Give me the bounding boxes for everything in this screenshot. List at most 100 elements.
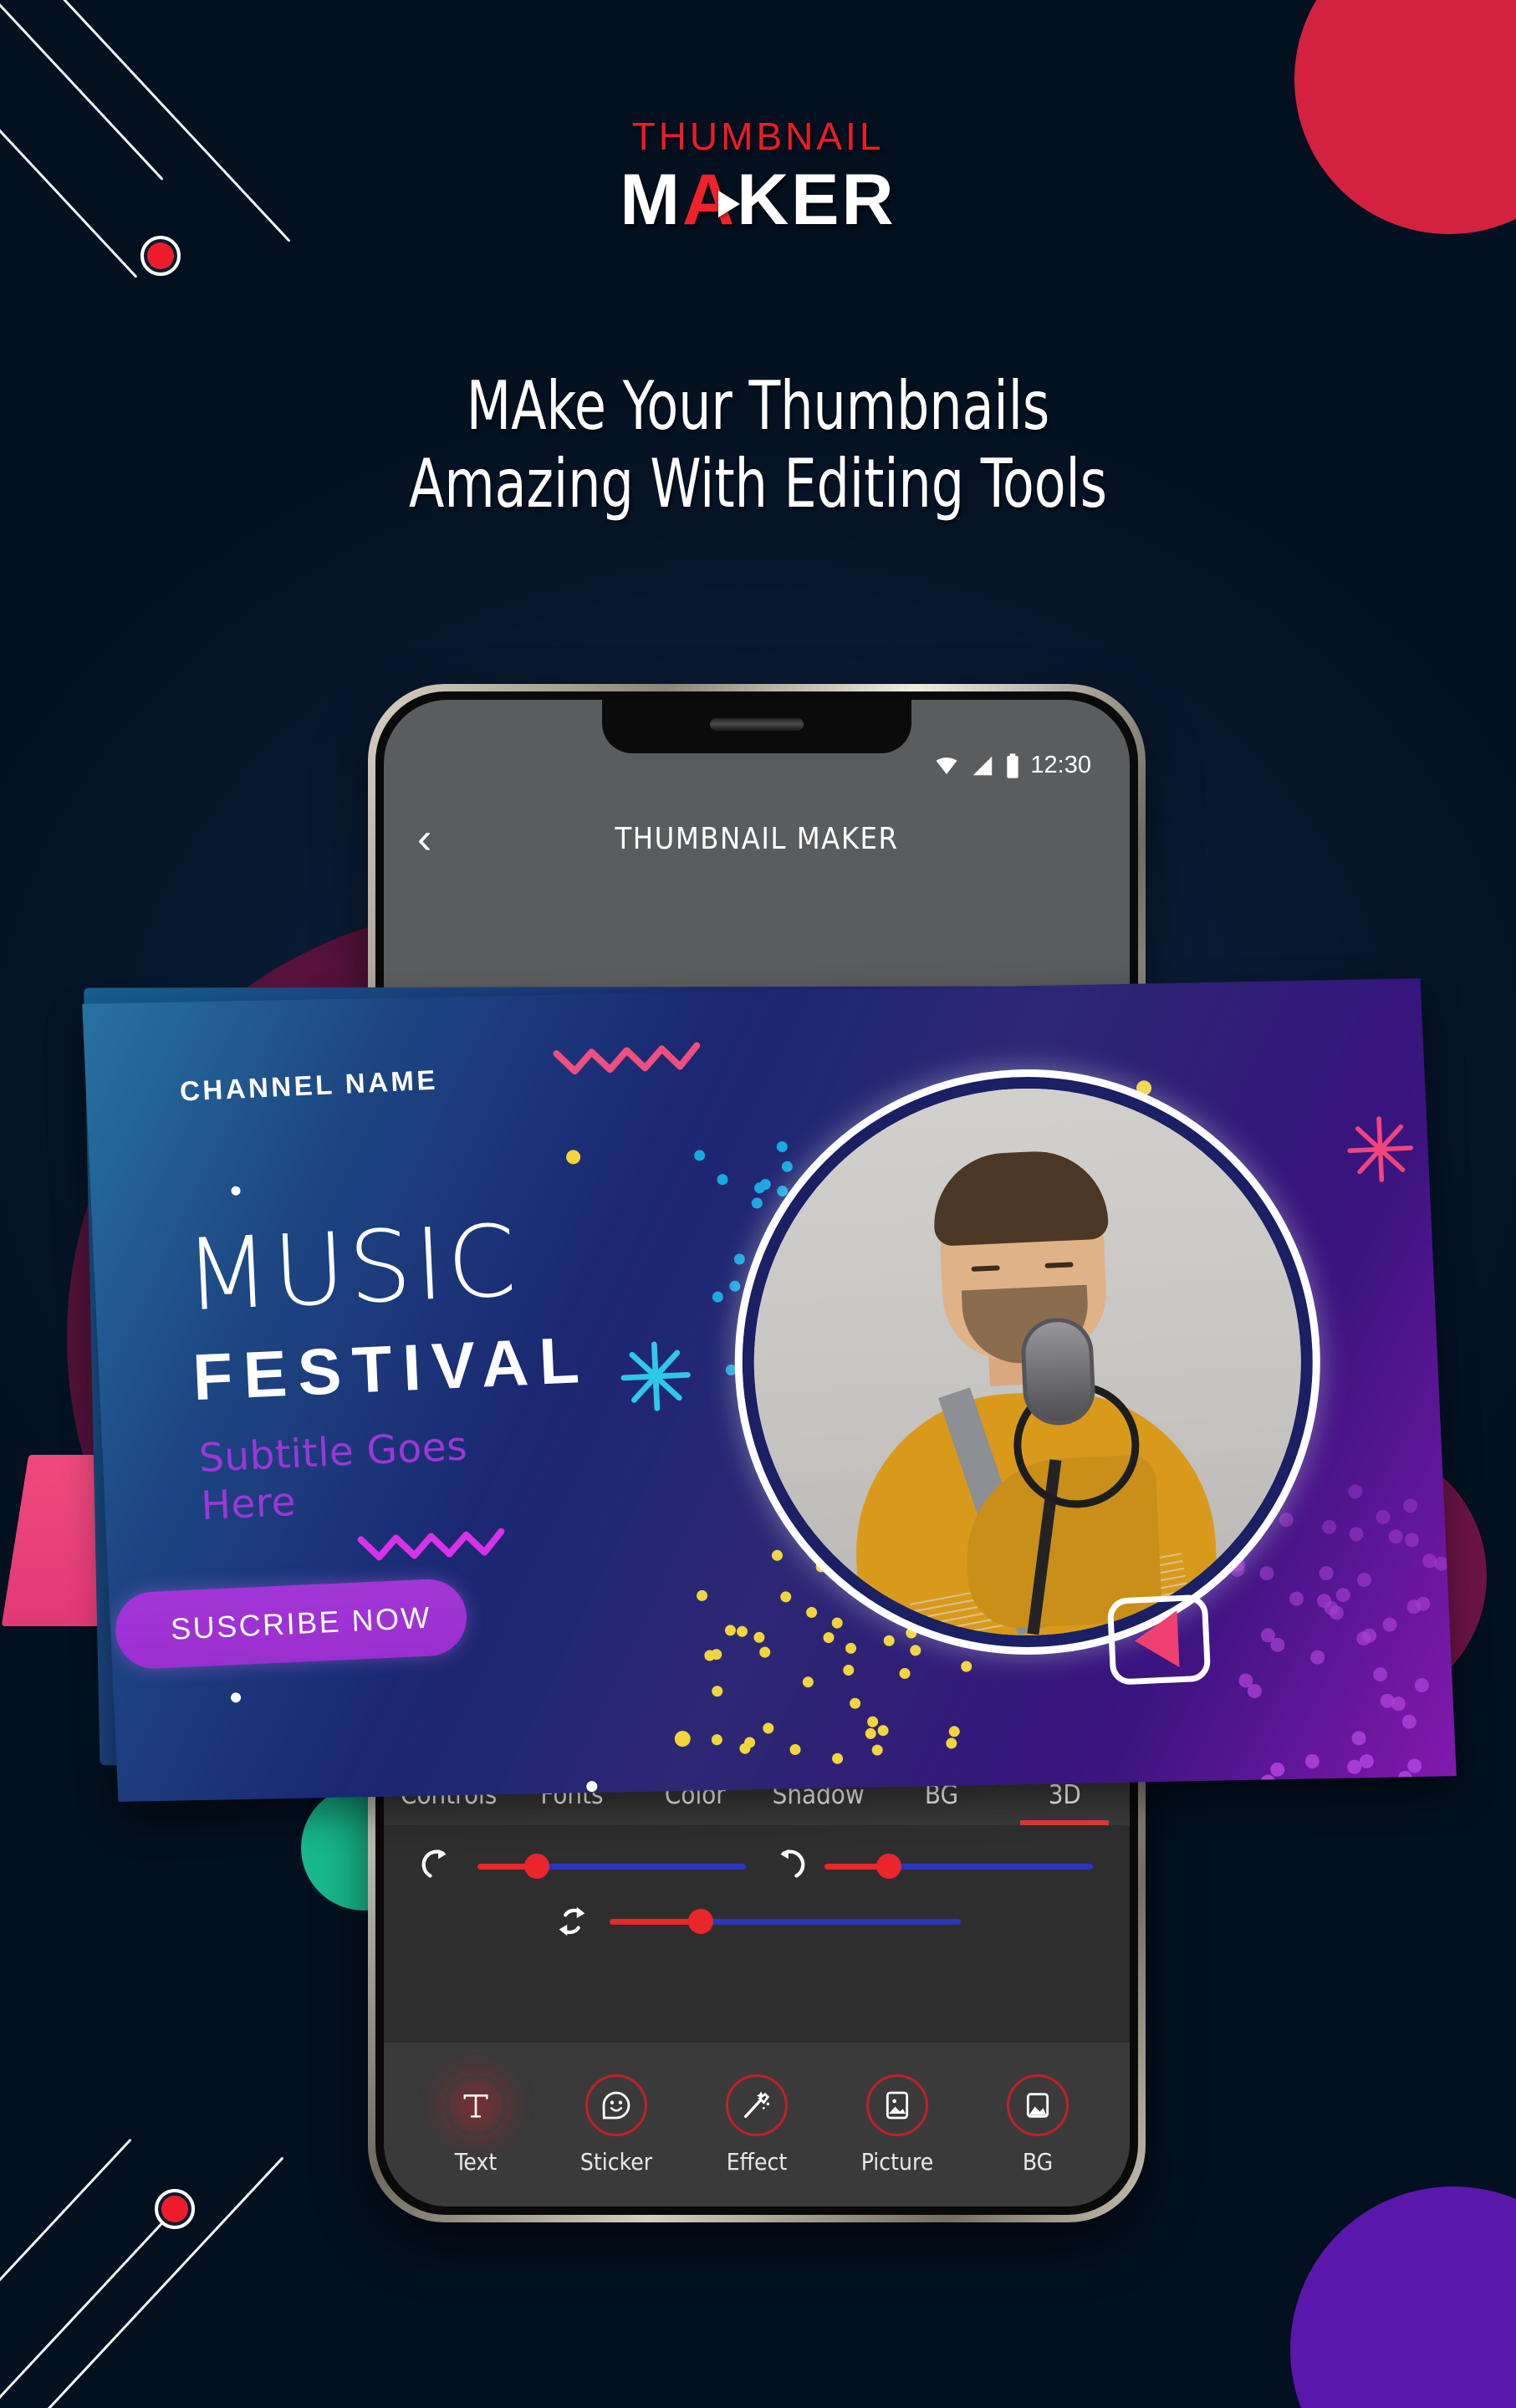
tool-text[interactable]: Text [413, 2074, 539, 2176]
play-triangle-icon [718, 191, 741, 217]
decor-dot [753, 1181, 766, 1194]
slider-flip[interactable] [421, 1899, 1093, 1941]
decor-dot [1260, 1773, 1276, 1789]
decor-dot [1304, 1753, 1320, 1769]
logo-letter-m: M [620, 160, 682, 240]
decor-dot [758, 1646, 771, 1658]
play-triangle-icon [1133, 1610, 1180, 1670]
decor-dot [1414, 1677, 1430, 1693]
decor-dot [1335, 1588, 1350, 1603]
rotate-right-icon [421, 1849, 447, 1878]
status-bar: 12:30 [932, 752, 1091, 779]
decor-dot [1279, 1512, 1294, 1528]
slider-thumb-flip[interactable] [688, 1909, 714, 1934]
tool-picture[interactable]: Picture [835, 2074, 960, 2176]
slider-thumb-rotate-left[interactable] [876, 1854, 902, 1879]
slider-track-flip[interactable] [610, 1909, 961, 1934]
tool-label-effect: Effect [726, 2147, 788, 2176]
singer-photo [742, 1076, 1314, 1648]
tool-label-sticker: Sticker [579, 2147, 653, 2176]
thumbnail-card-front[interactable]: CHANNEL NAME MUSIC FESTIVAL Subtitle Goe… [82, 978, 1457, 1802]
card-title-line-1: MUSIC [181, 1202, 523, 1334]
decor-dot [948, 1725, 961, 1737]
decor-dot [1381, 1617, 1397, 1633]
logo-letters-ker: KER [737, 160, 896, 240]
decor-dot [694, 1150, 706, 1161]
decor-dot [1351, 1731, 1367, 1747]
decor-dot [1248, 1783, 1263, 1798]
decor-dot [780, 1591, 792, 1603]
text-t-icon [445, 2074, 507, 2136]
headline-line-1: MAke Your Thumbnails [466, 367, 1050, 445]
decor-dot [1247, 1683, 1263, 1699]
decor-dot [1309, 1649, 1325, 1665]
decor-dot [805, 1606, 818, 1619]
decor-dot [728, 1280, 741, 1293]
decor-dot [733, 1252, 746, 1265]
decor-dot [850, 1697, 861, 1710]
decor-dot [789, 1743, 802, 1756]
decor-dot [1319, 1565, 1335, 1581]
decor-dot [877, 1725, 890, 1737]
slider-thumb-rotate-right[interactable] [523, 1854, 549, 1879]
slider-rotate-right[interactable] [421, 1847, 746, 1885]
decor-dot [724, 1625, 737, 1637]
decor-dot [1269, 1762, 1285, 1777]
decor-dot [1362, 1628, 1377, 1644]
decor-dot [781, 1161, 794, 1172]
tab-bg[interactable]: BG [880, 1780, 1003, 1825]
decor-dot [910, 1644, 921, 1656]
slider-row-top [421, 1847, 1093, 1885]
decor-dot [1349, 1526, 1365, 1542]
decor-circle-purple-bottom-right [1290, 2186, 1516, 2408]
decor-dot [763, 1722, 774, 1734]
decor-dot [776, 1140, 788, 1153]
slider-track-rotate-left[interactable] [824, 1854, 1093, 1879]
app-bar-title: THUMBNAIL MAKER [615, 821, 899, 856]
decor-dot [717, 1173, 728, 1186]
tool-label-picture: Picture [860, 2147, 934, 2176]
decor-dot-red-top-left [140, 236, 181, 276]
decor-dot [1402, 1497, 1418, 1513]
decor-dot [831, 1617, 844, 1629]
decor-dot [871, 1744, 884, 1756]
promo-poster: THUMBNAIL MAKER MAke Your Thumbnails Ama… [0, 0, 1516, 2408]
decor-dot [771, 1549, 783, 1562]
tab-3d[interactable]: 3D [1003, 1780, 1126, 1825]
decor-dot [1346, 1759, 1362, 1775]
subscribe-button[interactable]: SUSCRIBE NOW [114, 1577, 468, 1671]
editor-toolbar: Text Sticker Effect Picture BG [384, 2043, 1130, 2206]
decor-dot [1270, 1637, 1285, 1653]
decor-dot [865, 1727, 877, 1740]
decor-dot [1375, 1509, 1391, 1525]
tool-bg[interactable]: BG [975, 2074, 1100, 2176]
decor-dot [946, 1737, 958, 1750]
flip-vertical-icon [559, 1906, 585, 1936]
decor-dot [1259, 1565, 1275, 1581]
decor-dot [1373, 1666, 1388, 1682]
headline-line-2: Amazing With Editing Tools [408, 444, 1108, 523]
phone-earpiece-speaker [710, 718, 804, 731]
battery-icon [1007, 752, 1019, 778]
decor-dot [1348, 1483, 1364, 1499]
card-title-line-2: FESTIVAL [191, 1322, 592, 1415]
tool-effect[interactable]: Effect [694, 2074, 819, 2176]
app-logo: THUMBNAIL MAKER [0, 117, 1516, 237]
decor-dot [1404, 1532, 1420, 1548]
decor-dot [696, 1589, 708, 1602]
card-play-badge[interactable] [1106, 1594, 1212, 1686]
decor-dot [845, 1642, 857, 1655]
decor-dot [802, 1676, 814, 1688]
slider-track-rotate-right[interactable] [477, 1854, 746, 1879]
decor-dot [1406, 1758, 1422, 1773]
chevron-left-icon[interactable]: ‹ [417, 817, 467, 860]
decor-dot [823, 1631, 835, 1644]
status-time: 12:30 [1030, 752, 1091, 778]
wifi-icon [936, 757, 957, 774]
tool-sticker[interactable]: Sticker [554, 2074, 679, 2176]
slider-rotate-left[interactable] [768, 1847, 1093, 1885]
editor-panel: Controls Fonts Color Shadow BG 3D [384, 1748, 1130, 2206]
magic-wand-icon [726, 2074, 788, 2136]
decor-dot [1397, 1770, 1413, 1786]
decor-dot [1322, 1519, 1337, 1535]
